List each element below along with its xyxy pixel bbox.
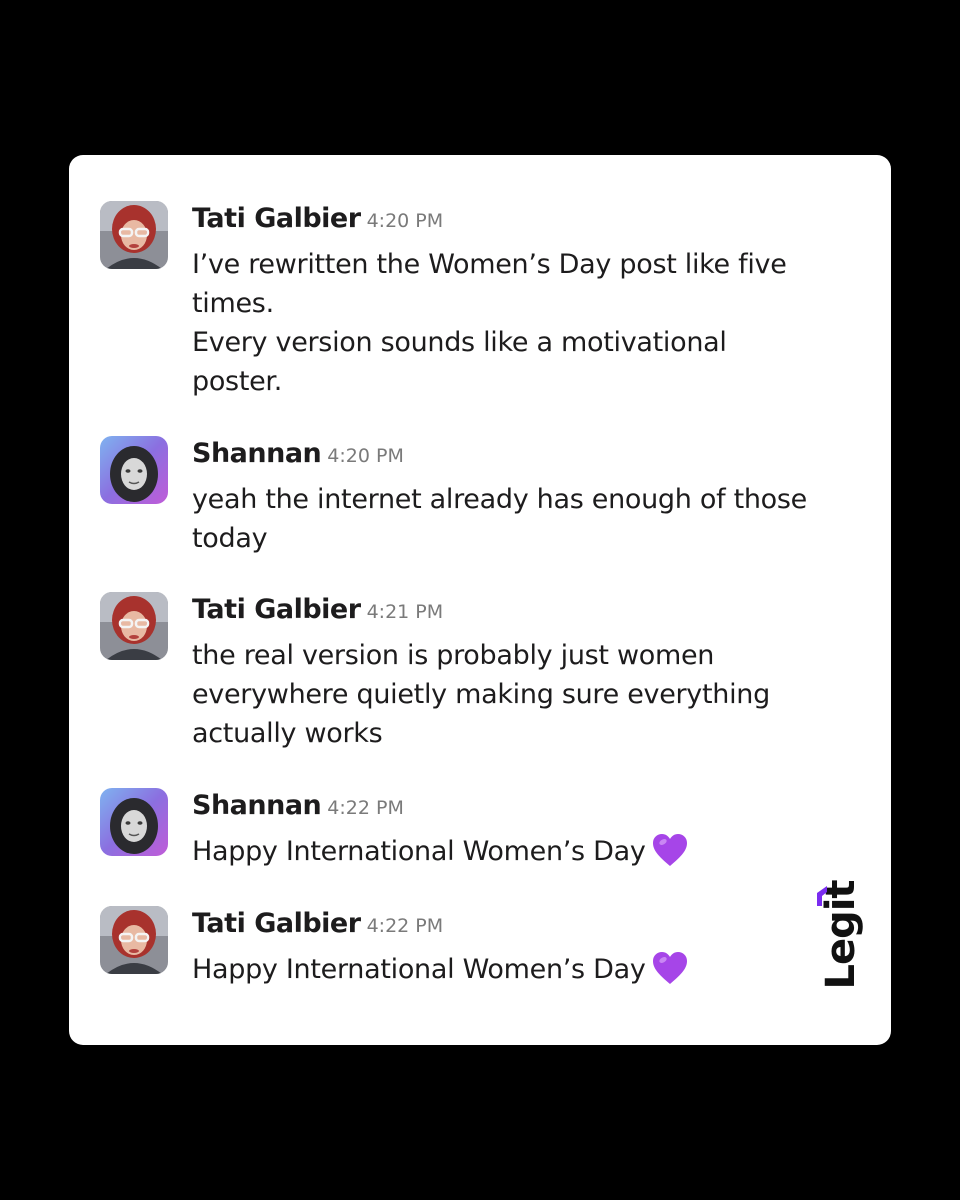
author-name[interactable]: Tati Galbier [192,594,361,625]
message-line: I’ve rewritten the Women’s Day post like… [192,249,787,280]
avatar-shannan[interactable] [100,436,168,504]
author-name[interactable]: Tati Galbier [192,908,361,939]
message-line: yeah the internet already has enough of … [192,484,807,515]
avatar-photo-tati [100,201,168,269]
message-line: today [192,523,268,554]
legit-accent-icon [817,886,827,906]
message-line: Happy International Women’s Day [192,832,872,878]
message-body: Happy International Women’s Day [192,950,872,996]
avatar-photo-tati [100,592,168,660]
legit-logo: Legit [811,875,871,1005]
avatar-photo-shannan [100,788,168,856]
avatar-photo-tati [100,906,168,974]
message-body: I’ve rewritten the Women’s Day post like… [192,245,872,401]
timestamp[interactable]: 4:22 PM [367,915,444,937]
message-line: times. [192,288,274,319]
message-line: Happy International Women’s Day [192,950,872,996]
message-header: Shannan 4:20 PM [192,436,404,475]
message-line: everywhere quietly making sure everythin… [192,679,770,710]
message-line: poster. [192,366,283,397]
message-header: Tati Galbier 4:22 PM [192,906,443,945]
timestamp[interactable]: 4:22 PM [327,797,404,819]
message-text: Happy International Women’s Day [192,836,646,867]
timestamp[interactable]: 4:20 PM [367,210,444,232]
message-line: Every version sounds like a motivational [192,327,727,358]
chat-card: Tati Galbier 4:20 PM I’ve rewritten the W… [69,155,891,1045]
message-text: Happy International Women’s Day [192,954,646,985]
avatar-tati[interactable] [100,592,168,660]
message-line: actually works [192,718,383,749]
purple-heart-icon [652,951,688,996]
avatar-tati[interactable] [100,906,168,974]
author-name[interactable]: Shannan [192,790,322,821]
message-body: the real version is probably just women … [192,636,872,753]
message-body: Happy International Women’s Day [192,832,872,878]
timestamp[interactable]: 4:21 PM [367,601,444,623]
author-name[interactable]: Shannan [192,438,322,469]
message-header: Shannan 4:22 PM [192,788,404,827]
purple-heart-icon [652,833,688,878]
message-line: the real version is probably just women [192,640,715,671]
message-header: Tati Galbier 4:21 PM [192,592,443,631]
message-header: Tati Galbier 4:20 PM [192,201,443,240]
timestamp[interactable]: 4:20 PM [327,445,404,467]
avatar-photo-shannan [100,436,168,504]
message-body: yeah the internet already has enough of … [192,480,872,558]
author-name[interactable]: Tati Galbier [192,203,361,234]
avatar-shannan[interactable] [100,788,168,856]
avatar-tati[interactable] [100,201,168,269]
